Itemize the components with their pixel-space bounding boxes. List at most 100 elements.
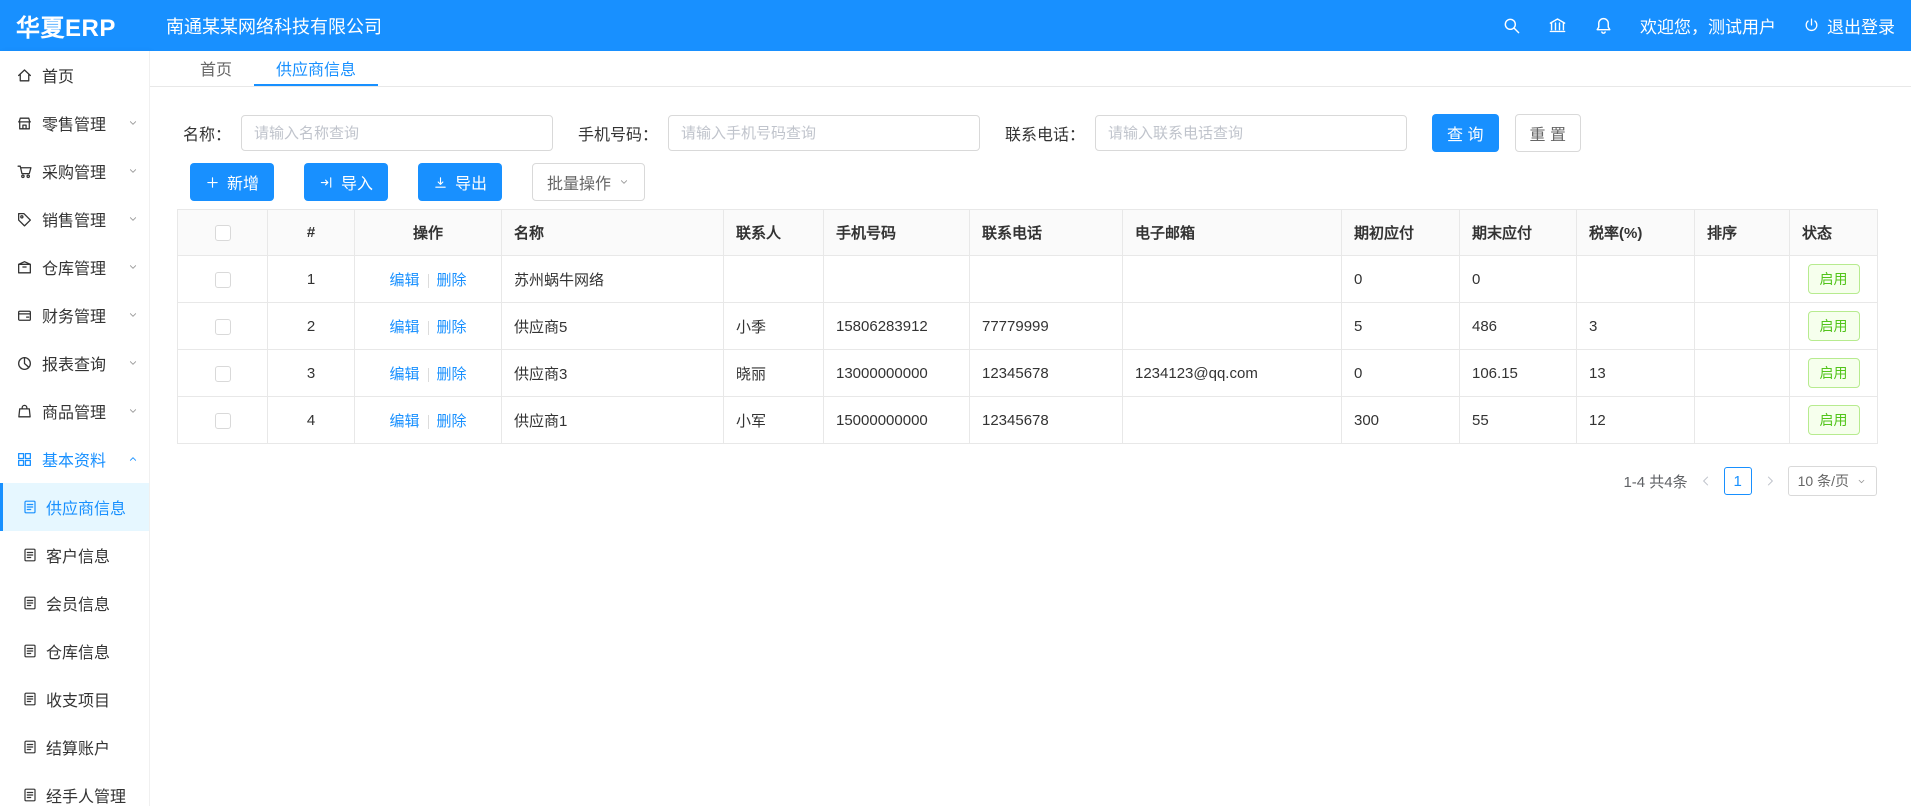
cell-email xyxy=(1123,397,1342,444)
col-header-tax-rate: 税率(%) xyxy=(1577,210,1695,256)
import-button[interactable]: 导入 xyxy=(304,163,388,201)
name-filter-input[interactable] xyxy=(241,115,553,151)
batch-operations-button[interactable]: 批量操作 xyxy=(532,163,645,201)
delete-link[interactable]: 删除 xyxy=(437,319,467,336)
grid-icon xyxy=(16,451,33,468)
status-badge[interactable]: 启用 xyxy=(1808,264,1860,294)
divider xyxy=(428,321,429,335)
table-header-row: # 操作 名称 联系人 手机号码 联系电话 电子邮箱 期初应付 期末应付 税率(… xyxy=(178,210,1878,256)
logout-icon xyxy=(1803,17,1820,34)
chevron-down-icon xyxy=(127,213,139,225)
action-toolbar: 新增 导入 导出 批量操作 xyxy=(190,163,1911,201)
tab-home[interactable]: 首页 xyxy=(178,51,254,86)
page-size-select[interactable]: 10 条/页 xyxy=(1788,466,1877,496)
search-button[interactable]: 查 询 xyxy=(1432,114,1498,152)
divider xyxy=(428,415,429,429)
sidebar-item-settlement-account[interactable]: 结算账户 xyxy=(0,723,149,771)
sidebar-item-warehouse-info[interactable]: 仓库信息 xyxy=(0,627,149,675)
search-icon[interactable] xyxy=(1502,16,1521,35)
tab-supplier-info[interactable]: 供应商信息 xyxy=(254,51,378,86)
row-checkbox[interactable] xyxy=(215,319,231,335)
edit-link[interactable]: 编辑 xyxy=(389,319,419,336)
sidebar-item-purchase[interactable]: 采购管理 xyxy=(0,147,149,195)
row-checkbox[interactable] xyxy=(215,413,231,429)
row-actions: 编辑 删除 xyxy=(355,303,502,350)
sidebar-item-reports[interactable]: 报表查询 xyxy=(0,339,149,387)
cell-end-payable: 106.15 xyxy=(1460,350,1577,397)
sidebar-item-sales[interactable]: 销售管理 xyxy=(0,195,149,243)
prev-page-button[interactable] xyxy=(1699,474,1713,488)
sidebar-item-supplier-info[interactable]: 供应商信息 xyxy=(0,483,149,531)
edit-link[interactable]: 编辑 xyxy=(389,272,419,289)
next-page-button[interactable] xyxy=(1763,474,1777,488)
document-icon xyxy=(22,547,38,563)
welcome-text: 欢迎您，测试用户 xyxy=(1640,13,1776,38)
document-icon xyxy=(22,691,38,707)
status-badge[interactable]: 启用 xyxy=(1808,358,1860,388)
sidebar-item-income-expense[interactable]: 收支项目 xyxy=(0,675,149,723)
cell-tax-rate: 3 xyxy=(1577,303,1695,350)
cell-tel xyxy=(970,256,1123,303)
delete-link[interactable]: 删除 xyxy=(437,366,467,383)
chevron-down-icon xyxy=(1856,476,1867,487)
cell-tax-rate: 12 xyxy=(1577,397,1695,444)
chevron-down-icon xyxy=(127,261,139,273)
cell-begin-payable: 300 xyxy=(1342,397,1460,444)
phone-filter-input[interactable] xyxy=(668,115,980,151)
company-name: 南通某某网络科技有限公司 xyxy=(166,13,382,39)
cell-email xyxy=(1123,256,1342,303)
sidebar-item-home[interactable]: 首页 xyxy=(0,51,149,99)
export-icon xyxy=(433,175,448,190)
cell-end-payable: 55 xyxy=(1460,397,1577,444)
delete-link[interactable]: 删除 xyxy=(437,272,467,289)
cell-phone: 13000000000 xyxy=(824,350,970,397)
edit-link[interactable]: 编辑 xyxy=(389,366,419,383)
bank-icon[interactable] xyxy=(1548,16,1567,35)
export-button[interactable]: 导出 xyxy=(418,163,502,201)
row-actions: 编辑 删除 xyxy=(355,256,502,303)
cell-contact: 小季 xyxy=(724,303,824,350)
cell-email: 1234123@qq.com xyxy=(1123,350,1342,397)
sidebar-item-member-info[interactable]: 会员信息 xyxy=(0,579,149,627)
select-all-checkbox[interactable] xyxy=(215,225,231,241)
col-header-contact: 联系人 xyxy=(724,210,824,256)
pagination-total: 1-4 共4条 xyxy=(1623,471,1687,492)
row-index: 3 xyxy=(268,350,355,397)
row-actions: 编辑 删除 xyxy=(355,350,502,397)
cell-sort xyxy=(1695,256,1790,303)
sidebar-item-products[interactable]: 商品管理 xyxy=(0,387,149,435)
document-icon xyxy=(22,787,38,803)
delete-link[interactable]: 删除 xyxy=(437,413,467,430)
sidebar-item-customer-info[interactable]: 客户信息 xyxy=(0,531,149,579)
table-row: 4 编辑删除 供应商1 小军 15000000000 12345678 300 … xyxy=(178,397,1878,444)
status-badge[interactable]: 启用 xyxy=(1808,311,1860,341)
chevron-up-icon xyxy=(127,453,139,465)
add-button[interactable]: 新增 xyxy=(190,163,274,201)
row-checkbox[interactable] xyxy=(215,366,231,382)
cell-phone: 15806283912 xyxy=(824,303,970,350)
logout-button[interactable]: 退出登录 xyxy=(1803,13,1895,38)
sidebar-item-handler-management[interactable]: 经手人管理 xyxy=(0,771,149,806)
sidebar-item-retail[interactable]: 零售管理 xyxy=(0,99,149,147)
row-index: 1 xyxy=(268,256,355,303)
tel-filter-input[interactable] xyxy=(1095,115,1407,151)
sidebar-item-basic-data[interactable]: 基本资料 xyxy=(0,435,149,483)
cell-contact xyxy=(724,256,824,303)
cart-icon xyxy=(16,163,33,180)
reset-button[interactable]: 重 置 xyxy=(1515,114,1581,152)
chevron-down-icon xyxy=(127,117,139,129)
page-number-button[interactable]: 1 xyxy=(1724,467,1752,495)
top-bar: 华夏ERP 南通某某网络科技有限公司 欢迎您，测试用户 退出登录 xyxy=(0,0,1911,51)
bell-icon[interactable] xyxy=(1594,16,1613,35)
sidebar-item-warehouse[interactable]: 仓库管理 xyxy=(0,243,149,291)
col-header-status: 状态 xyxy=(1790,210,1878,256)
status-badge[interactable]: 启用 xyxy=(1808,405,1860,435)
cell-begin-payable: 5 xyxy=(1342,303,1460,350)
cell-tax-rate: 13 xyxy=(1577,350,1695,397)
row-checkbox[interactable] xyxy=(215,272,231,288)
divider xyxy=(428,368,429,382)
sidebar-item-finance[interactable]: 财务管理 xyxy=(0,291,149,339)
edit-link[interactable]: 编辑 xyxy=(389,413,419,430)
document-icon xyxy=(22,643,38,659)
logout-label: 退出登录 xyxy=(1827,13,1895,38)
